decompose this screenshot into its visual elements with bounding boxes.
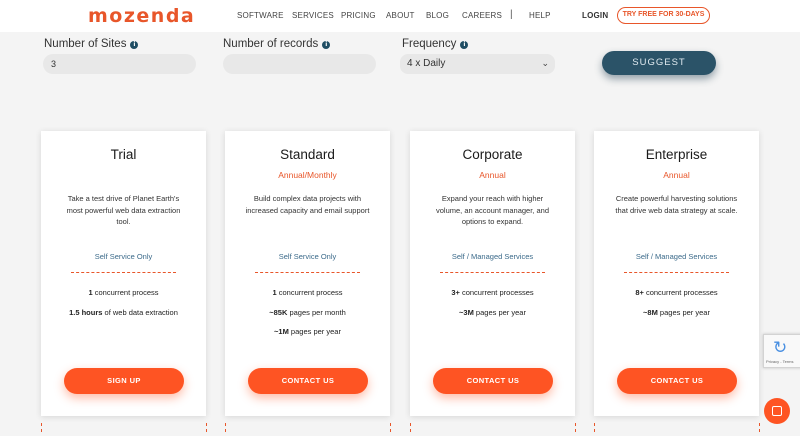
plan-title: Standard <box>280 147 335 162</box>
feature-value: ~85K <box>269 308 288 317</box>
feature-text: pages per year <box>473 308 526 317</box>
feature-text: pages per year <box>657 308 710 317</box>
plan-description: Build complex data projects with increas… <box>245 194 370 215</box>
feature-text: concurrent process <box>276 288 343 297</box>
try-free-button[interactable]: TRY FREE FOR 30-DAYS <box>617 7 710 24</box>
nav-about[interactable]: ABOUT <box>386 11 415 20</box>
plan-card-enterprise: Enterprise Annual Create powerful harves… <box>594 131 759 416</box>
plan-description: Take a test drive of Planet Earth's most… <box>66 194 181 226</box>
recaptcha-badge[interactable]: ↻ Privacy - Terms <box>763 334 800 368</box>
chat-launcher-button[interactable] <box>764 398 790 424</box>
plan-title: Trial <box>110 147 137 162</box>
feature-text: pages per year <box>288 327 341 336</box>
feature-text: concurrent process <box>92 288 159 297</box>
plan-service-level: Self Service Only <box>94 252 153 261</box>
plan-feature: 3+ concurrent processes <box>410 288 575 297</box>
top-navigation: mozenda SOFTWARE SERVICES PRICING ABOUT … <box>0 0 800 32</box>
dashed-tick <box>206 423 207 432</box>
records-label: Number of records i <box>223 38 331 50</box>
frequency-select[interactable]: 4 x Daily ⌄ <box>400 54 555 74</box>
plan-service-level: Self Service Only <box>278 252 337 261</box>
nav-software[interactable]: SOFTWARE <box>237 11 284 20</box>
nav-separator: | <box>510 9 513 20</box>
dashed-tick <box>390 423 391 432</box>
dashed-divider <box>440 272 545 273</box>
nav-pricing[interactable]: PRICING <box>341 11 376 20</box>
feature-text: pages per month <box>287 308 346 317</box>
plan-card-corporate: Corporate Annual Expand your reach with … <box>410 131 575 416</box>
dashed-tick <box>41 423 42 432</box>
suggest-button[interactable]: SUGGEST <box>602 51 716 75</box>
frequency-label: Frequency i <box>402 38 469 50</box>
dashed-divider <box>255 272 360 273</box>
nav-careers[interactable]: CAREERS <box>462 11 502 20</box>
nav-help[interactable]: HELP <box>529 11 551 20</box>
sites-input[interactable] <box>43 54 196 74</box>
dashed-tick <box>410 423 411 432</box>
plan-feature: ~85K pages per month <box>225 308 390 317</box>
plan-feature: ~1M pages per year <box>225 327 390 336</box>
plan-description: Expand your reach with higher volume, an… <box>436 194 549 226</box>
feature-value: ~8M <box>643 308 658 317</box>
info-icon[interactable]: i <box>322 41 331 49</box>
sites-label: Number of Sites i <box>44 38 139 50</box>
feature-value: ~1M <box>274 327 289 336</box>
plan-service-level: Self / Managed Services <box>635 252 718 261</box>
chat-icon <box>772 406 782 416</box>
plan-feature: 1 concurrent process <box>41 288 206 297</box>
plan-title: Corporate <box>462 147 523 162</box>
plan-feature: 8+ concurrent processes <box>594 288 759 297</box>
plan-service-level: Self / Managed Services <box>451 252 534 261</box>
chevron-down-icon: ⌄ <box>541 59 549 69</box>
plan-title: Enterprise <box>645 147 708 162</box>
plan-billing: Annual <box>479 170 506 180</box>
feature-value: 1.5 hours <box>69 308 103 317</box>
plan-feature: 1 concurrent process <box>225 288 390 297</box>
nav-login[interactable]: LOGIN <box>582 11 608 20</box>
feature-text: of web data extraction <box>102 308 178 317</box>
feature-value: 3+ <box>451 288 460 297</box>
mozenda-logo[interactable]: mozenda <box>88 5 195 27</box>
nav-blog[interactable]: BLOG <box>426 11 449 20</box>
plan-feature: ~8M pages per year <box>594 308 759 317</box>
records-input[interactable] <box>223 54 376 74</box>
plan-feature: ~3M pages per year <box>410 308 575 317</box>
frequency-label-text: Frequency <box>402 38 457 50</box>
feature-text: concurrent processes <box>643 288 718 297</box>
nav-services[interactable]: SERVICES <box>292 11 334 20</box>
dashed-tick <box>575 423 576 432</box>
plan-description: Create powerful harvesting solutions tha… <box>615 194 738 215</box>
plan-card-trial: Trial Take a test drive of Planet Earth'… <box>41 131 206 416</box>
contact-us-button[interactable]: CONTACT US <box>248 368 368 394</box>
plan-billing: Annual/Monthly <box>278 170 337 180</box>
plan-billing: Annual <box>663 170 690 180</box>
feature-value: ~3M <box>459 308 474 317</box>
plan-feature: 1.5 hours of web data extraction <box>41 308 206 317</box>
dashed-divider <box>71 272 176 273</box>
plan-card-standard: Standard Annual/Monthly Build complex da… <box>225 131 390 416</box>
dashed-divider <box>624 272 729 273</box>
info-icon[interactable]: i <box>130 41 139 49</box>
records-label-text: Number of records <box>223 38 319 50</box>
dashed-tick <box>759 423 760 432</box>
frequency-selected-value: 4 x Daily <box>407 58 446 69</box>
contact-us-button[interactable]: CONTACT US <box>617 368 737 394</box>
recaptcha-icon: ↻ <box>773 338 788 358</box>
sign-up-button[interactable]: SIGN UP <box>64 368 184 394</box>
contact-us-button[interactable]: CONTACT US <box>433 368 553 394</box>
recaptcha-links[interactable]: Privacy - Terms <box>766 359 793 364</box>
info-icon[interactable]: i <box>460 41 469 49</box>
feature-value: 8+ <box>635 288 644 297</box>
dashed-tick <box>594 423 595 432</box>
dashed-tick <box>225 423 226 432</box>
sites-label-text: Number of Sites <box>44 38 127 50</box>
feature-text: concurrent processes <box>459 288 534 297</box>
